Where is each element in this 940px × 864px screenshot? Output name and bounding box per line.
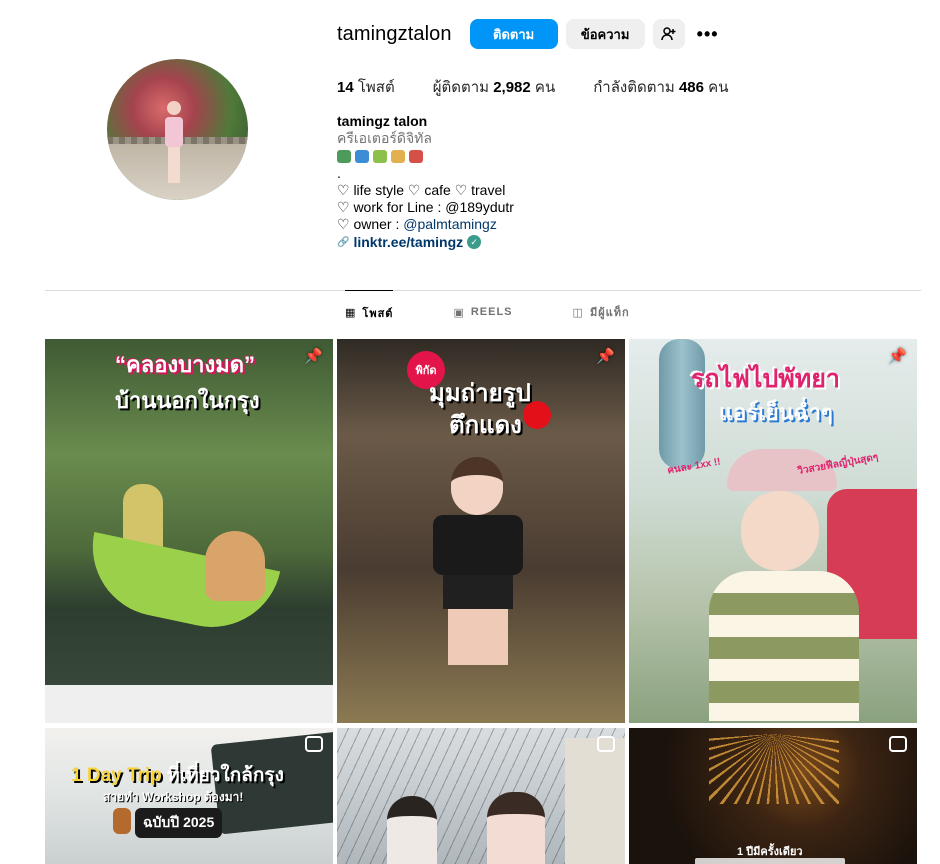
bio-line-3: ♡ owner : @palmtamingz xyxy=(337,216,514,233)
post-tile[interactable]: รถไฟไปพัทยา แอร์เย็นฉ่ำๆ คนละ 1xx !! วิว… xyxy=(629,339,917,723)
post-tile[interactable]: “คลองบางมด” บ้านนอกในกรุง 📌 xyxy=(45,339,333,723)
verified-icon: ✓ xyxy=(467,235,482,250)
message-button[interactable]: ข้อความ xyxy=(565,19,645,49)
bio-external-link[interactable]: 🔗 linktr.ee/tamingz ✓ xyxy=(337,234,514,251)
posts-count: 14 xyxy=(337,79,354,96)
owner-mention-link[interactable]: @palmtamingz xyxy=(403,216,497,232)
emoji-row xyxy=(337,148,514,165)
tab-tagged[interactable]: ◫ มีผู้แท็ก xyxy=(573,290,630,334)
post-title-highlight: 1 Day Trip xyxy=(71,765,162,786)
profile-bio: tamingz talon ครีเอเตอร์ดิจิทัล . ♡ life… xyxy=(337,113,514,251)
reel-icon xyxy=(597,736,615,752)
posts-label: โพสต์ xyxy=(357,79,395,96)
pin-icon: 📌 xyxy=(888,348,907,365)
display-name: tamingz talon xyxy=(337,113,428,129)
grid-icon: ▦ xyxy=(345,307,357,319)
photo-person xyxy=(387,796,437,864)
more-options-icon[interactable]: ••• xyxy=(693,19,723,49)
following-label: กำลังติดตาม xyxy=(593,79,675,96)
pin-icon: 📌 xyxy=(304,348,323,365)
username: tamingztalon xyxy=(337,22,452,45)
bio-owner-prefix: ♡ owner : xyxy=(337,216,404,233)
post-title-rest: ที่เที่ยวใกล้กรุง xyxy=(161,765,284,786)
post-tile[interactable]: 1 ปีมีครั้งเดียว xyxy=(629,728,917,864)
link-text: linktr.ee/tamingz xyxy=(353,233,464,250)
drink-icon xyxy=(373,149,387,163)
post-title: “คลองบางมด” xyxy=(115,352,256,377)
avatar-person xyxy=(163,101,185,187)
bus-icon xyxy=(337,149,351,163)
category-label: ครีเอเตอร์ดิจิทัล xyxy=(337,130,432,147)
post-title: รถไฟไปพัทยา xyxy=(691,365,840,393)
add-user-button[interactable] xyxy=(652,19,685,49)
photo-person xyxy=(433,457,523,667)
pin-icon: 📌 xyxy=(596,348,615,365)
bio-line-2: ♡ work for Line : @189ydutr xyxy=(337,199,514,216)
tab-tagged-label: มีผู้แท็ก xyxy=(589,307,630,319)
post-tile[interactable]: พิกัด มุมถ่ายรูป ตึกแดง 📌 xyxy=(337,339,625,723)
following-stat[interactable]: กำลังติดตาม 486 คน xyxy=(593,75,728,99)
post-title: 1 Day Trip ที่เที่ยวใกล้กรุง xyxy=(71,760,284,790)
custard-icon xyxy=(391,149,405,163)
following-count: 486 xyxy=(678,79,704,96)
profile-avatar[interactable] xyxy=(107,59,248,200)
photo-dog xyxy=(205,531,265,601)
tab-reels-label: REELS xyxy=(470,306,513,318)
reel-icon xyxy=(889,736,907,752)
followers-unit: คน xyxy=(534,79,556,96)
followers-label: ผู้ติดตาม xyxy=(432,79,490,96)
link-icon: 🔗 xyxy=(337,236,350,248)
followers-count: 2,982 xyxy=(493,79,531,96)
tagged-icon: ◫ xyxy=(572,306,584,319)
bio-line-1: ♡ life style ♡ cafe ♡ travel xyxy=(337,181,506,198)
photo-person xyxy=(487,792,545,864)
wave-icon xyxy=(355,149,369,163)
tab-posts-label: โพสต์ xyxy=(362,307,394,320)
post-tile[interactable]: 1 Day Trip ที่เที่ยวใกล้กรุง สายทำ Works… xyxy=(45,728,333,864)
reel-icon xyxy=(305,736,323,752)
person-plus-icon xyxy=(660,27,676,41)
red-dot-icon xyxy=(523,401,551,429)
post-subtitle: แอร์เย็นฉ่ำๆ xyxy=(719,400,833,425)
photo-fireworks xyxy=(709,734,839,804)
posts-stat[interactable]: 14 โพสต์ xyxy=(337,75,395,99)
post-caption-cut xyxy=(695,858,845,864)
profile-tabs: ▦ โพสต์ ▣ REELS ◫ มีผู้แท็ก xyxy=(345,290,690,334)
tab-posts[interactable]: ▦ โพสต์ xyxy=(345,290,394,334)
post-tile[interactable] xyxy=(337,728,625,864)
bio-dot: . xyxy=(337,164,341,181)
tab-reels[interactable]: ▣ REELS xyxy=(453,290,512,334)
follow-button[interactable]: ติดตาม xyxy=(469,19,558,49)
vase-icon xyxy=(113,808,131,834)
reels-icon: ▣ xyxy=(453,306,465,319)
photo-person xyxy=(709,449,859,723)
post-year-label: ฉบับปี 2025 xyxy=(135,808,223,838)
photo-building xyxy=(565,738,625,864)
profile-stats: 14 โพสต์ ผู้ติดตาม 2,982 คน กำลังติดตาม … xyxy=(337,75,766,99)
tile-footer xyxy=(45,685,333,723)
post-subtitle: สายทำ Workshop ต้องมา! xyxy=(103,790,244,804)
post-subtitle: บ้านนอกในกรุง xyxy=(115,388,260,413)
following-unit: คน xyxy=(708,79,729,96)
post-subtitle: ตึกแดง xyxy=(449,412,522,439)
followers-stat[interactable]: ผู้ติดตาม 2,982 คน xyxy=(433,75,556,99)
roller-coaster-icon xyxy=(409,149,423,163)
profile-header: tamingztalon ติดตาม ข้อความ ••• xyxy=(337,18,723,50)
